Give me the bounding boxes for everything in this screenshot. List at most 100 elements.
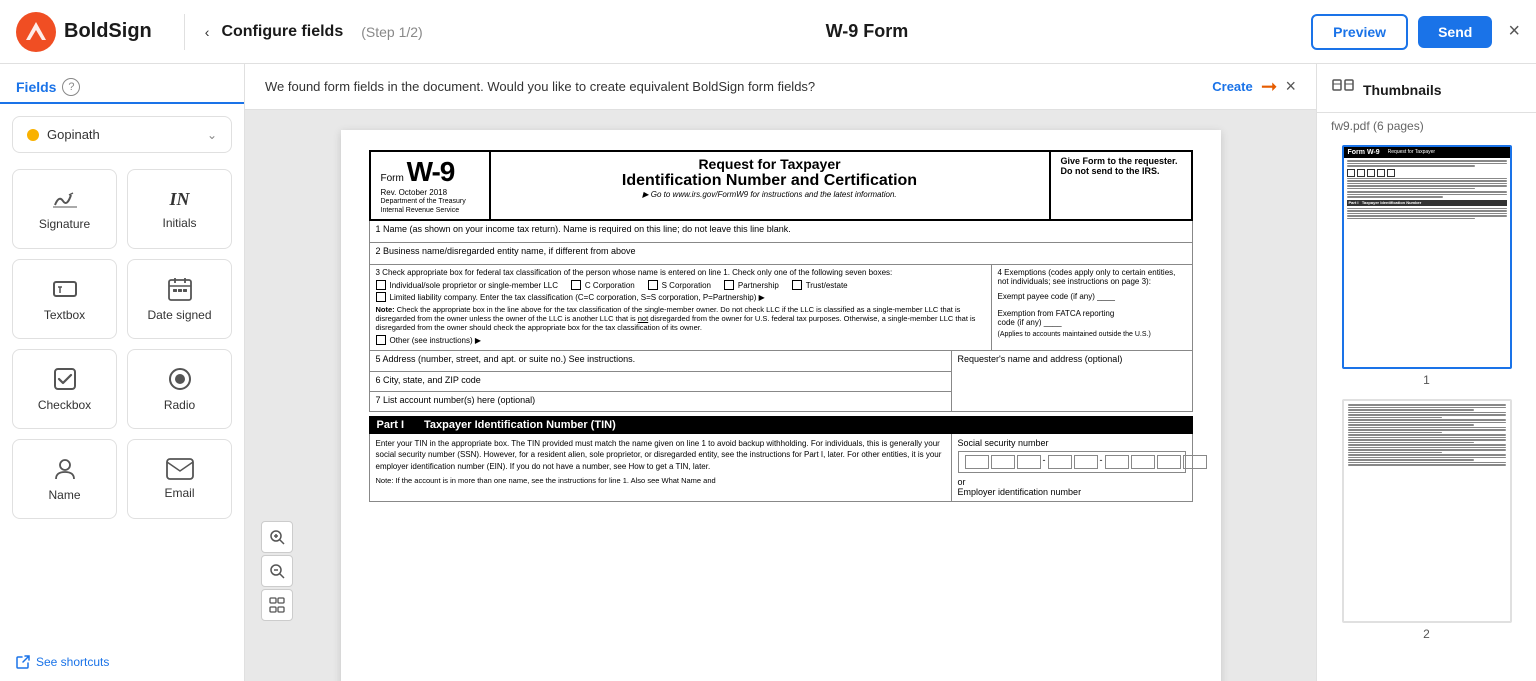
help-icon[interactable]: ? — [62, 78, 80, 96]
part-i-label: Part I — [377, 419, 405, 431]
field-item-signature[interactable]: Signature — [12, 169, 117, 249]
w9-header-center: Request for Taxpayer Identification Numb… — [491, 152, 1051, 219]
llc-note: Limited liability company. Enter the tax… — [390, 293, 765, 302]
header-divider — [184, 14, 185, 50]
address-left: 5 Address (number, street, and apt. or s… — [370, 351, 952, 411]
go-to-text: ▶ Go to www.irs.gov/FormW9 for instructi… — [501, 190, 1039, 199]
initials-icon: IN — [169, 189, 189, 210]
chevron-down-icon: ⌄ — [207, 128, 217, 142]
zoom-out-button[interactable] — [261, 555, 293, 587]
field-item-textbox[interactable]: Textbox — [12, 259, 117, 339]
fit-page-icon — [269, 597, 285, 613]
back-icon: ‹ — [205, 24, 210, 40]
user-selector[interactable]: Gopinath ⌄ — [12, 116, 232, 153]
field-label-textbox: Textbox — [44, 308, 85, 322]
main-layout: Fields ? Gopinath ⌄ Signature — [0, 64, 1536, 681]
document-area[interactable]: Form W-9 Rev. October 2018 Department of… — [245, 110, 1316, 681]
shortcuts-label: See shortcuts — [36, 655, 109, 669]
fields-grid: Signature IN Initials Textbox — [0, 161, 244, 527]
zoom-in-icon — [269, 529, 285, 545]
ssn-seg-8 — [1157, 455, 1181, 469]
field-label-name: Name — [48, 488, 80, 502]
ssn-seg-5 — [1074, 455, 1098, 469]
section-3-right: 4 Exemptions (codes apply only to certai… — [992, 265, 1192, 350]
create-link[interactable]: Create — [1212, 79, 1252, 94]
tin-section: Enter your TIN in the appropriate box. T… — [369, 434, 1193, 502]
email-icon — [166, 458, 194, 480]
field-item-name[interactable]: Name — [12, 439, 117, 519]
thumb-page-content-1: Form W-9 Request for Taxpayer — [1344, 147, 1510, 367]
field-item-email[interactable]: Email — [127, 439, 232, 519]
line1-field: 1 Name (as shown on your income tax retu… — [369, 221, 1193, 243]
arrow-right-icon: ➞ — [1261, 74, 1278, 99]
field-label-initials: Initials — [162, 216, 196, 230]
thumbnail-img-1: Form W-9 Request for Taxpayer — [1342, 145, 1512, 369]
see-shortcuts-link[interactable]: See shortcuts — [0, 643, 244, 681]
applies-text: (Applies to accounts maintained outside … — [998, 331, 1186, 338]
section-3-left: 3 Check appropriate box for federal tax … — [370, 265, 992, 350]
thumbnails-filename: fw9.pdf (6 pages) — [1317, 113, 1536, 137]
thumb-page-content-2 — [1344, 401, 1510, 621]
field-item-initials[interactable]: IN Initials — [127, 169, 232, 249]
w9-form: Form W-9 Rev. October 2018 Department of… — [369, 150, 1193, 502]
ein-label: Employer identification number — [958, 487, 1186, 497]
date-signed-icon — [167, 276, 193, 302]
right-sidebar: Thumbnails fw9.pdf (6 pages) Form W-9 Re… — [1316, 64, 1536, 681]
line3-text: 3 Check appropriate box for federal tax … — [376, 268, 985, 277]
document-page: Form W-9 Rev. October 2018 Department of… — [341, 130, 1221, 681]
requesters-field: Requester's name and address (optional) — [952, 351, 1192, 411]
left-sidebar: Fields ? Gopinath ⌄ Signature — [0, 64, 245, 681]
tin-right: Social security number - - — [952, 434, 1192, 501]
fields-header: Fields ? — [0, 64, 244, 104]
configure-step: (Step 1/2) — [361, 24, 422, 40]
fit-page-button[interactable] — [261, 589, 293, 621]
exemptions-text: 4 Exemptions (codes apply only to certai… — [998, 268, 1186, 286]
classification-llc: Limited liability company. Enter the tax… — [376, 292, 985, 302]
give-form-text: Give Form to the requester. Do not send … — [1051, 152, 1191, 219]
field-item-checkbox[interactable]: Checkbox — [12, 349, 117, 429]
ssn-seg-4 — [1048, 455, 1072, 469]
dept-text: Department of the TreasuryInternal Reven… — [381, 197, 479, 215]
line6-field: 6 City, state, and ZIP code — [370, 371, 951, 391]
or-label: or — [958, 477, 1186, 487]
preview-button[interactable]: Preview — [1311, 14, 1408, 50]
section-3: 3 Check appropriate box for federal tax … — [369, 265, 1193, 351]
ssn-seg-1 — [965, 455, 989, 469]
signature-icon — [51, 187, 79, 211]
field-item-radio[interactable]: Radio — [127, 349, 232, 429]
field-label-signature: Signature — [39, 217, 90, 231]
part-i-title: Taxpayer Identification Number (TIN) — [424, 419, 616, 431]
tin-desc-text: Enter your TIN in the appropriate box. T… — [376, 438, 945, 472]
field-label-email: Email — [164, 486, 194, 500]
line7-field: 7 List account number(s) here (optional) — [370, 391, 951, 411]
back-button[interactable]: ‹ — [205, 24, 210, 40]
send-button[interactable]: Send — [1418, 16, 1492, 48]
ssn-seg-2 — [991, 455, 1015, 469]
bold-note: Note: Check the appropriate box in the l… — [376, 305, 985, 332]
close-button[interactable]: × — [1508, 20, 1520, 43]
fields-label: Fields — [16, 79, 56, 95]
address-section: 5 Address (number, street, and apt. or s… — [369, 351, 1193, 412]
configure-title: Configure fields — [221, 23, 343, 41]
zoom-in-button[interactable] — [261, 521, 293, 553]
id-num: Identification Number and Certification — [501, 172, 1039, 190]
thumbnail-page-2[interactable]: 2 — [1331, 399, 1522, 641]
external-link-icon — [16, 655, 30, 669]
ssn-seg-7 — [1131, 455, 1155, 469]
user-dot — [27, 129, 39, 141]
field-label-date-signed: Date signed — [147, 308, 211, 322]
boldsign-logo-icon — [16, 12, 56, 52]
center-area: We found form fields in the document. Wo… — [245, 64, 1316, 681]
thumbnails-icon — [1331, 78, 1355, 102]
thumbnail-page-1[interactable]: Form W-9 Request for Taxpayer — [1331, 145, 1522, 387]
part-i-header: Part I Taxpayer Identification Number (T… — [369, 416, 1193, 434]
notification-close-button[interactable]: × — [1285, 76, 1296, 97]
thumbnails-list: Form W-9 Request for Taxpayer — [1317, 137, 1536, 681]
form-number: Form W-9 Rev. October 2018 Department of… — [371, 152, 491, 219]
field-item-date-signed[interactable]: Date signed — [127, 259, 232, 339]
checkbox-icon — [52, 366, 78, 392]
tin-description: Enter your TIN in the appropriate box. T… — [370, 434, 952, 501]
req-title: Request for Taxpayer — [501, 156, 1039, 172]
fatca-text: Exemption from FATCA reportingcode (if a… — [998, 309, 1186, 327]
document-title: W-9 Form — [435, 21, 1299, 42]
